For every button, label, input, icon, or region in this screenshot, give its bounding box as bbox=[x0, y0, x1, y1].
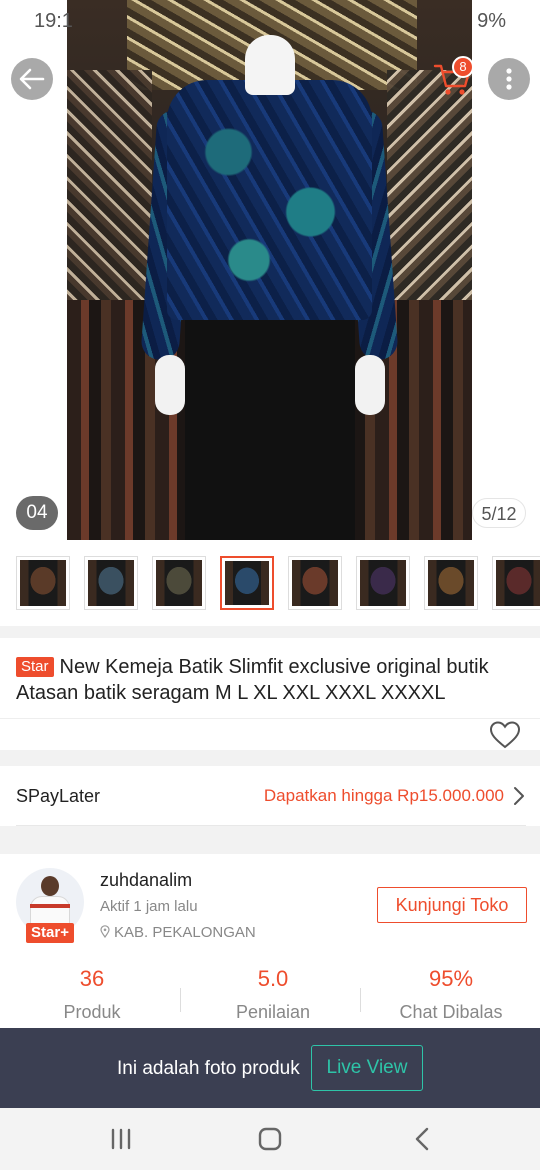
stat-value: 95% bbox=[428, 966, 474, 991]
product-title-text: New Kemeja Batik Slimfit exclusive origi… bbox=[16, 656, 489, 704]
cart-badge: 8 bbox=[452, 56, 474, 78]
photo-batik-shirt bbox=[167, 80, 372, 320]
live-view-bar: Ini adalah foto produk Live View bbox=[0, 1028, 540, 1108]
divider bbox=[180, 988, 181, 1012]
image-tag: 04 bbox=[16, 496, 58, 530]
divider bbox=[16, 825, 526, 826]
thumbnail[interactable] bbox=[84, 556, 138, 610]
thumbnail[interactable] bbox=[288, 556, 342, 610]
status-bar: 19:1 9% bbox=[0, 0, 540, 42]
status-battery: 9% bbox=[477, 10, 506, 32]
shop-location-text: KAB. PEKALONGAN bbox=[114, 924, 256, 941]
thumbnail[interactable] bbox=[16, 556, 70, 610]
stat-label: Produk bbox=[63, 1002, 121, 1022]
spaylater-row[interactable]: SPayLater Dapatkan hingga Rp15.000.000 bbox=[0, 766, 540, 826]
visit-shop-button[interactable]: Kunjungi Toko bbox=[377, 887, 527, 923]
more-vertical-icon bbox=[506, 68, 512, 90]
stat-rating[interactable]: 5.0 Penilaian bbox=[183, 966, 363, 1023]
recent-apps-icon[interactable] bbox=[108, 1126, 134, 1152]
stat-products[interactable]: 36 Produk bbox=[2, 966, 182, 1023]
photo-pants bbox=[185, 318, 355, 540]
shop-name[interactable]: zuhdanalim bbox=[100, 870, 192, 891]
shop-location: KAB. PEKALONGAN bbox=[100, 924, 256, 941]
stat-label: Chat Dibalas bbox=[399, 1002, 503, 1022]
back-nav-icon[interactable] bbox=[410, 1126, 436, 1152]
photo-mannequin-neck bbox=[245, 35, 295, 95]
photo-mannequin-hand-left bbox=[155, 355, 185, 415]
image-counter: 5/12 bbox=[472, 498, 526, 528]
shop-card: Star+ zuhdanalim Aktif 1 jam lalu KAB. P… bbox=[0, 854, 540, 1028]
spaylater-offer: Dapatkan hingga Rp15.000.000 bbox=[263, 786, 504, 805]
back-button[interactable] bbox=[11, 58, 53, 100]
home-icon[interactable] bbox=[257, 1126, 283, 1152]
photo-mannequin-hand-right bbox=[355, 355, 385, 415]
thumbnail[interactable] bbox=[424, 556, 478, 610]
thumbnail-strip[interactable] bbox=[0, 540, 540, 626]
live-view-text: Ini adalah foto produk bbox=[117, 1058, 300, 1079]
stat-label: Penilaian bbox=[235, 1002, 311, 1022]
shop-active-status: Aktif 1 jam lalu bbox=[100, 898, 198, 915]
spaylater-label: SPayLater bbox=[16, 786, 101, 806]
heart-icon bbox=[489, 721, 521, 749]
product-title: Star New Kemeja Batik Slimfit exclusive o… bbox=[16, 654, 526, 706]
stat-chat-response[interactable]: 95% Chat Dibalas bbox=[361, 966, 540, 1023]
location-pin-icon bbox=[100, 925, 110, 939]
thumbnail[interactable] bbox=[152, 556, 206, 610]
star-plus-badge: Star+ bbox=[26, 923, 74, 943]
system-navigation-bar bbox=[0, 1108, 540, 1170]
product-photo bbox=[67, 0, 472, 540]
thumbnail-active[interactable] bbox=[220, 556, 274, 610]
favorite-button[interactable] bbox=[489, 720, 521, 750]
thumbnail[interactable] bbox=[356, 556, 410, 610]
stat-value: 5.0 bbox=[257, 966, 289, 991]
back-arrow-icon bbox=[19, 68, 45, 90]
product-image-carousel[interactable]: 19:1 9% 8 04 5/12 bbox=[0, 0, 540, 540]
divider bbox=[0, 718, 540, 719]
product-title-card: Star New Kemeja Batik Slimfit exclusive o… bbox=[0, 638, 540, 750]
chevron-right-icon bbox=[514, 787, 524, 805]
more-options-button[interactable] bbox=[488, 58, 530, 100]
live-view-button[interactable]: Live View bbox=[311, 1045, 423, 1091]
status-time: 19:1 bbox=[34, 10, 73, 32]
product-detail-screen: 19:1 9% 8 04 5/12 Star New Kemeja Batik … bbox=[0, 0, 540, 1170]
stat-value: 36 bbox=[79, 966, 105, 991]
thumbnail[interactable] bbox=[492, 556, 540, 610]
star-badge: Star bbox=[16, 657, 54, 677]
